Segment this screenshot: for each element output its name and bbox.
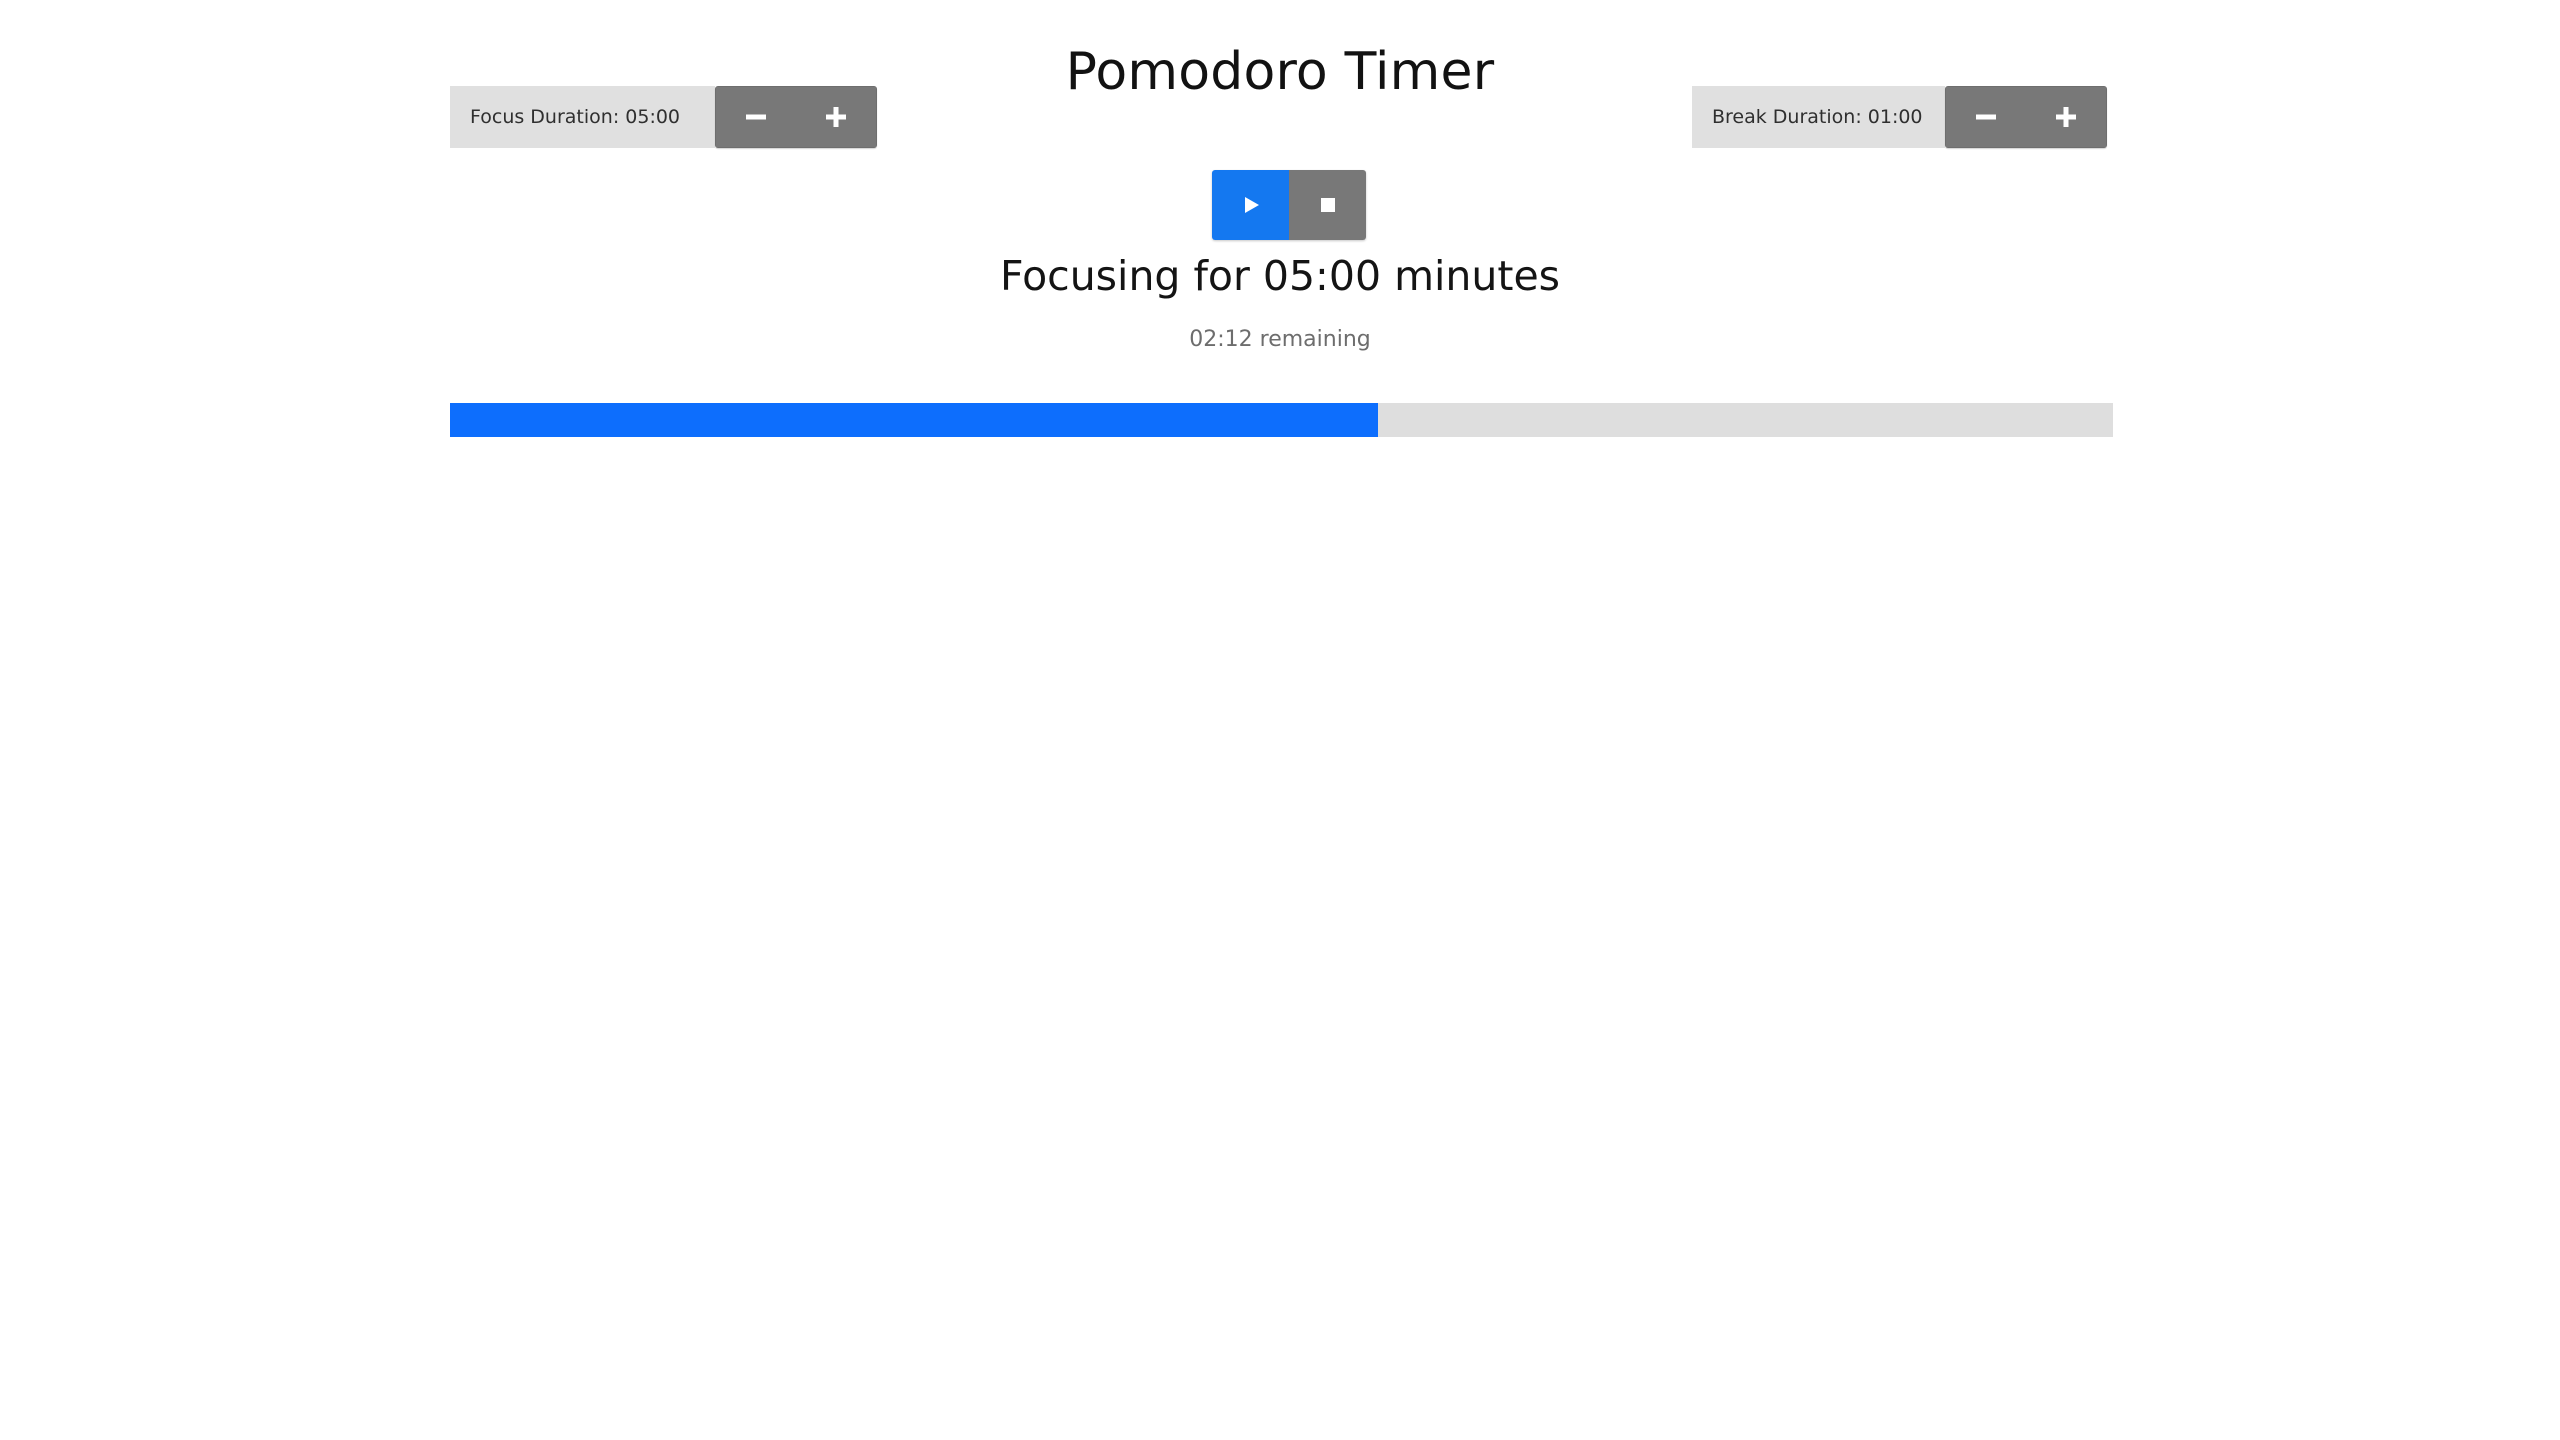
focus-duration-control: Focus Duration: 05:00 [450, 86, 877, 148]
plus-icon [821, 102, 851, 132]
timer-progress-fill [450, 403, 1378, 437]
break-duration-decrease-button[interactable] [1946, 87, 2026, 147]
minus-icon [741, 102, 771, 132]
page-title: Pomodoro Timer [1065, 41, 1495, 102]
break-duration-stepper [1945, 86, 2107, 148]
play-icon [1239, 193, 1263, 217]
plus-icon [2051, 102, 2081, 132]
focus-duration-increase-button[interactable] [796, 87, 876, 147]
minus-icon [1971, 102, 2001, 132]
break-duration-control: Break Duration: 01:00 [1692, 86, 2107, 148]
pomodoro-timer-page: Pomodoro Timer Focus Duration: 05:00 Bre… [0, 0, 2560, 1440]
timer-progress-bar [450, 403, 2113, 437]
break-duration-label: Break Duration: 01:00 [1692, 86, 1945, 148]
break-duration-increase-button[interactable] [2026, 87, 2106, 147]
stop-icon [1316, 193, 1340, 217]
focus-duration-stepper [715, 86, 877, 148]
timer-status-heading: Focusing for 05:00 minutes [999, 252, 1561, 300]
focus-duration-label: Focus Duration: 05:00 [450, 86, 715, 148]
start-timer-button[interactable] [1212, 170, 1289, 240]
transport-controls [1212, 170, 1366, 240]
focus-duration-decrease-button[interactable] [716, 87, 796, 147]
timer-remaining-text: 02:12 remaining [1189, 327, 1371, 352]
stop-timer-button[interactable] [1289, 170, 1366, 240]
